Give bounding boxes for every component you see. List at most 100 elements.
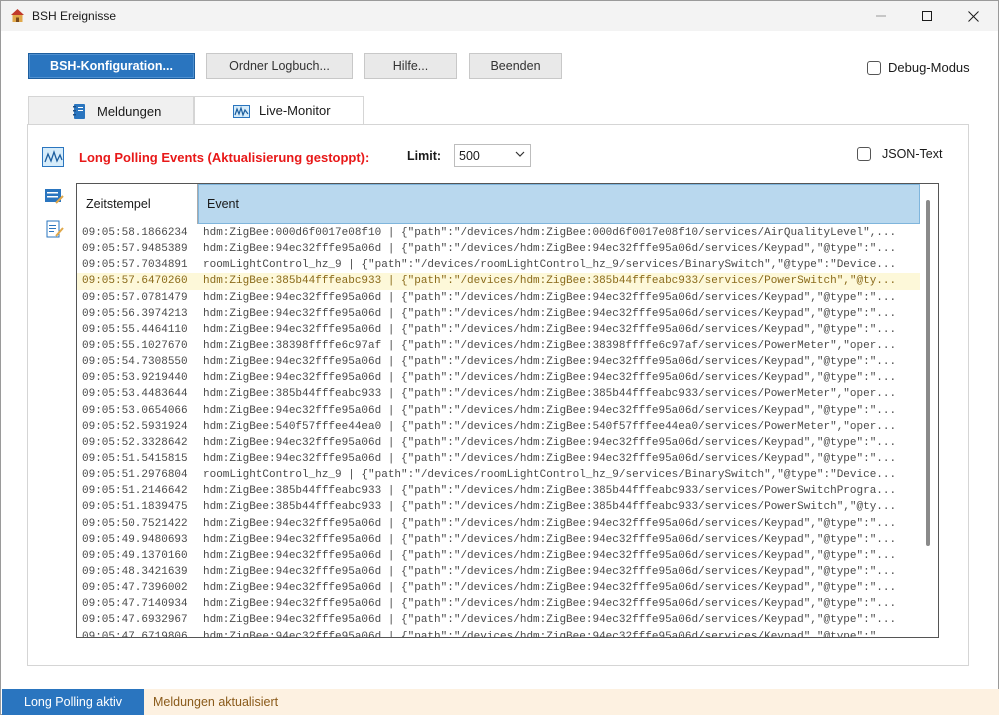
events-grid[interactable]: Zeitstempel Event 09:05:58.1866234 hdm:Zi… [76,183,939,638]
table-row[interactable]: 09:05:47.7396002 hdm:ZigBee:94ec32fffe95a… [77,580,920,596]
table-row[interactable]: 09:05:50.7521422 hdm:ZigBee:94ec32fffe95a… [77,516,920,532]
table-row[interactable]: 09:05:49.9480693 hdm:ZigBee:94ec32fffe95a… [77,532,920,548]
table-row[interactable]: 09:05:57.0781479 hdm:ZigBee:94ec32fffe95a… [77,290,920,306]
row-timestamp: 09:05:53.9219440 [82,372,188,385]
table-row[interactable]: 09:05:49.1370160 hdm:ZigBee:94ec32fffe95a… [77,548,920,564]
row-timestamp: 09:05:57.0781479 [82,291,188,304]
row-timestamp: 09:05:49.1370160 [82,549,188,562]
table-row[interactable]: 09:05:55.1027670 hdm:ZigBee:38398ffffe6c9… [77,338,920,354]
limit-select[interactable]: 500 [454,144,531,167]
notebook-icon [73,104,85,119]
maximize-button[interactable] [904,1,950,31]
row-event: roomLightControl_hz_9 | {"path":"/device… [203,259,897,272]
row-timestamp: 09:05:50.7521422 [82,517,188,530]
status-bar: Long Polling aktiv Meldungen aktualisier… [2,689,999,715]
row-timestamp: 09:05:47.7140934 [82,598,188,611]
row-timestamp: 09:05:57.7034891 [82,259,188,272]
logbook-folder-button[interactable]: Ordner Logbuch... [206,53,353,79]
table-row[interactable]: 09:05:47.6932967 hdm:ZigBee:94ec32fffe95a… [77,612,920,628]
row-event: hdm:ZigBee:385b44fffeabc933 | {"path":"/… [203,501,897,514]
limit-label: Limit: [407,149,442,163]
row-event: hdm:ZigBee:385b44fffeabc933 | {"path":"/… [203,485,897,498]
row-event: hdm:ZigBee:385b44fffeabc933 | {"path":"/… [203,388,897,401]
table-row[interactable]: 09:05:58.1866234 hdm:ZigBee:000d6f0017e08… [77,225,920,241]
grid-rows: 09:05:58.1866234 hdm:ZigBee:000d6f0017e08… [77,225,920,638]
table-row[interactable]: 09:05:57.9485389 hdm:ZigBee:94ec32fffe95a… [77,241,920,257]
table-row[interactable]: 09:05:57.6470260 hdm:ZigBee:385b44fffeabc… [77,273,920,290]
minimize-button[interactable] [858,1,904,31]
table-row[interactable]: 09:05:53.4483644 hdm:ZigBee:385b44fffeabc… [77,386,920,402]
row-timestamp: 09:05:51.2976804 [82,469,188,482]
table-row[interactable]: 09:05:54.7308550 hdm:ZigBee:94ec32fffe95a… [77,354,920,370]
row-event: hdm:ZigBee:94ec32fffe95a06d | {"path":"/… [203,307,897,320]
row-event: hdm:ZigBee:94ec32fffe95a06d | {"path":"/… [203,404,897,417]
row-event: hdm:ZigBee:94ec32fffe95a06d | {"path":"/… [203,549,897,562]
row-event: hdm:ZigBee:94ec32fffe95a06d | {"path":"/… [203,356,897,369]
row-timestamp: 09:05:55.1027670 [82,339,188,352]
close-button[interactable] [950,1,996,31]
title-bar: BSH Ereignisse [1,1,998,31]
bsh-config-button[interactable]: BSH-Konfiguration... [28,53,195,79]
edit-list-icon[interactable] [44,187,64,205]
table-row[interactable]: 09:05:56.3974213 hdm:ZigBee:94ec32fffe95a… [77,306,920,322]
table-row[interactable]: 09:05:57.7034891 roomLightControl_hz_9 | … [77,257,920,273]
json-checkbox-box[interactable] [857,147,871,161]
row-timestamp: 09:05:54.7308550 [82,356,188,369]
row-event: hdm:ZigBee:385b44fffeabc933 | {"path":"/… [203,275,897,288]
json-text-label: JSON-Text [882,147,943,161]
column-header-event[interactable]: Event [198,184,920,224]
debug-checkbox-box[interactable] [867,60,881,75]
column-header-timestamp[interactable]: Zeitstempel [77,184,198,224]
row-timestamp: 09:05:52.3328642 [82,436,188,449]
row-timestamp: 09:05:51.2146642 [82,485,188,498]
debug-mode-checkbox[interactable]: Debug-Modus [867,60,970,75]
row-event: hdm:ZigBee:94ec32fffe95a06d | {"path":"/… [203,630,897,638]
row-event: hdm:ZigBee:38398ffffe6c97af | {"path":"/… [203,339,897,352]
table-row[interactable]: 09:05:52.5931924 hdm:ZigBee:540f57fffee44… [77,419,920,435]
table-row[interactable]: 09:05:48.3421639 hdm:ZigBee:94ec32fffe95a… [77,564,920,580]
tab-meldungen-label: Meldungen [97,103,162,119]
row-event: hdm:ZigBee:94ec32fffe95a06d | {"path":"/… [203,452,897,465]
table-row[interactable]: 09:05:51.2976804 roomLightControl_hz_9 | … [77,467,920,483]
debug-mode-label: Debug-Modus [888,60,970,75]
table-row[interactable]: 09:05:51.5415815 hdm:ZigBee:94ec32fffe95a… [77,451,920,467]
table-row[interactable]: 09:05:51.2146642 hdm:ZigBee:385b44fffeabc… [77,483,920,499]
row-timestamp: 09:05:48.3421639 [82,565,188,578]
table-row[interactable]: 09:05:53.9219440 hdm:ZigBee:94ec32fffe95a… [77,370,920,386]
table-row[interactable]: 09:05:47.7140934 hdm:ZigBee:94ec32fffe95a… [77,596,920,612]
maximize-icon [922,11,932,21]
long-polling-title: Long Polling Events (Aktualisierung gest… [79,150,370,165]
house-icon [11,9,24,22]
row-event: hdm:ZigBee:94ec32fffe95a06d | {"path":"/… [203,517,897,530]
row-event: hdm:ZigBee:000d6f0017e08f10 | {"path":"/… [203,227,897,239]
row-event: hdm:ZigBee:94ec32fffe95a06d | {"path":"/… [203,291,897,304]
minimize-icon [876,15,886,17]
exit-button[interactable]: Beenden [469,53,562,79]
app-window: BSH Ereignisse BSH-Konfiguration... Ordn… [0,0,999,715]
help-button[interactable]: Hilfe... [364,53,457,79]
tab-live-monitor-label: Live-Monitor [259,103,331,118]
limit-value: 500 [459,148,480,163]
row-event: hdm:ZigBee:94ec32fffe95a06d | {"path":"/… [203,614,897,627]
close-icon [967,10,979,22]
table-row[interactable]: 09:05:55.4464110 hdm:ZigBee:94ec32fffe95a… [77,322,920,338]
tab-meldungen[interactable]: Meldungen [28,96,194,125]
table-row[interactable]: 09:05:51.1839475 hdm:ZigBee:385b44fffeabc… [77,499,920,515]
table-row[interactable]: 09:05:47.6719806 hdm:ZigBee:94ec32fffe95a… [77,629,920,638]
table-row[interactable]: 09:05:53.0654066 hdm:ZigBee:94ec32fffe95a… [77,403,920,419]
table-row[interactable]: 09:05:52.3328642 hdm:ZigBee:94ec32fffe95a… [77,435,920,451]
row-event: hdm:ZigBee:94ec32fffe95a06d | {"path":"/… [203,372,897,385]
tab-live-monitor[interactable]: Live-Monitor [194,96,364,125]
document-edit-icon[interactable] [45,220,65,238]
json-text-checkbox[interactable]: JSON-Text [857,147,942,161]
row-timestamp: 09:05:51.1839475 [82,501,188,514]
vertical-scrollbar[interactable] [926,200,930,546]
row-event: hdm:ZigBee:94ec32fffe95a06d | {"path":"/… [203,323,897,336]
live-chart-icon[interactable] [42,147,64,167]
row-event: hdm:ZigBee:94ec32fffe95a06d | {"path":"/… [203,243,897,256]
row-timestamp: 09:05:49.9480693 [82,533,188,546]
grid-header: Zeitstempel Event [77,184,920,224]
row-timestamp: 09:05:53.0654066 [82,404,188,417]
row-timestamp: 09:05:57.9485389 [82,243,188,256]
status-long-polling: Long Polling aktiv [2,689,144,715]
